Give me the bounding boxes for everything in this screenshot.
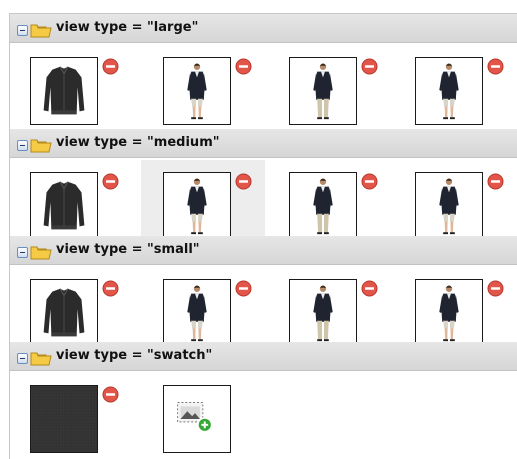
collapse-icon[interactable] [17,247,28,258]
remove-icon[interactable] [235,280,252,297]
folder-icon [30,352,52,366]
remove-icon[interactable] [361,173,378,190]
remove-icon[interactable] [235,173,252,190]
model-pants-thumbnail[interactable] [289,172,357,240]
folder-icon [30,139,52,153]
folder-icon [30,246,52,260]
model-shorts-thumbnail[interactable] [415,279,483,347]
group-title: view type = "swatch" [56,348,213,363]
group-title: view type = "medium" [56,135,220,150]
group-header-medium[interactable]: view type = "medium" [10,129,517,158]
model-shorts-thumbnail[interactable] [163,279,231,347]
remove-icon[interactable] [361,280,378,297]
model-pants-thumbnail[interactable] [289,279,357,347]
jacket-thumbnail[interactable] [30,172,98,240]
model-shorts-thumbnail[interactable] [415,172,483,240]
add-image-icon[interactable] [163,385,231,453]
view-types-panel: view type = "large" view type = "medium"… [9,13,517,459]
collapse-icon[interactable] [17,140,28,151]
folder-icon [30,24,52,38]
model-pants-thumbnail[interactable] [289,57,357,125]
group-title: view type = "small" [56,242,200,257]
remove-icon[interactable] [235,58,252,75]
remove-icon[interactable] [102,280,119,297]
group-header-swatch[interactable]: view type = "swatch" [10,342,517,371]
remove-icon[interactable] [102,173,119,190]
model-shorts-thumbnail[interactable] [415,57,483,125]
collapse-icon[interactable] [17,25,28,36]
group-header-small[interactable]: view type = "small" [10,236,517,265]
remove-icon[interactable] [102,58,119,75]
group-header-large[interactable]: view type = "large" [10,14,517,43]
collapse-icon[interactable] [17,353,28,364]
remove-icon[interactable] [487,173,504,190]
remove-icon[interactable] [361,58,378,75]
group-title: view type = "large" [56,20,199,35]
model-shorts-thumbnail[interactable] [163,172,231,240]
remove-icon[interactable] [487,58,504,75]
jacket-thumbnail[interactable] [30,279,98,347]
remove-icon[interactable] [487,280,504,297]
jacket-thumbnail[interactable] [30,57,98,125]
remove-icon[interactable] [102,386,119,403]
model-shorts-thumbnail[interactable] [163,57,231,125]
swatch-thumbnail[interactable] [30,385,98,453]
